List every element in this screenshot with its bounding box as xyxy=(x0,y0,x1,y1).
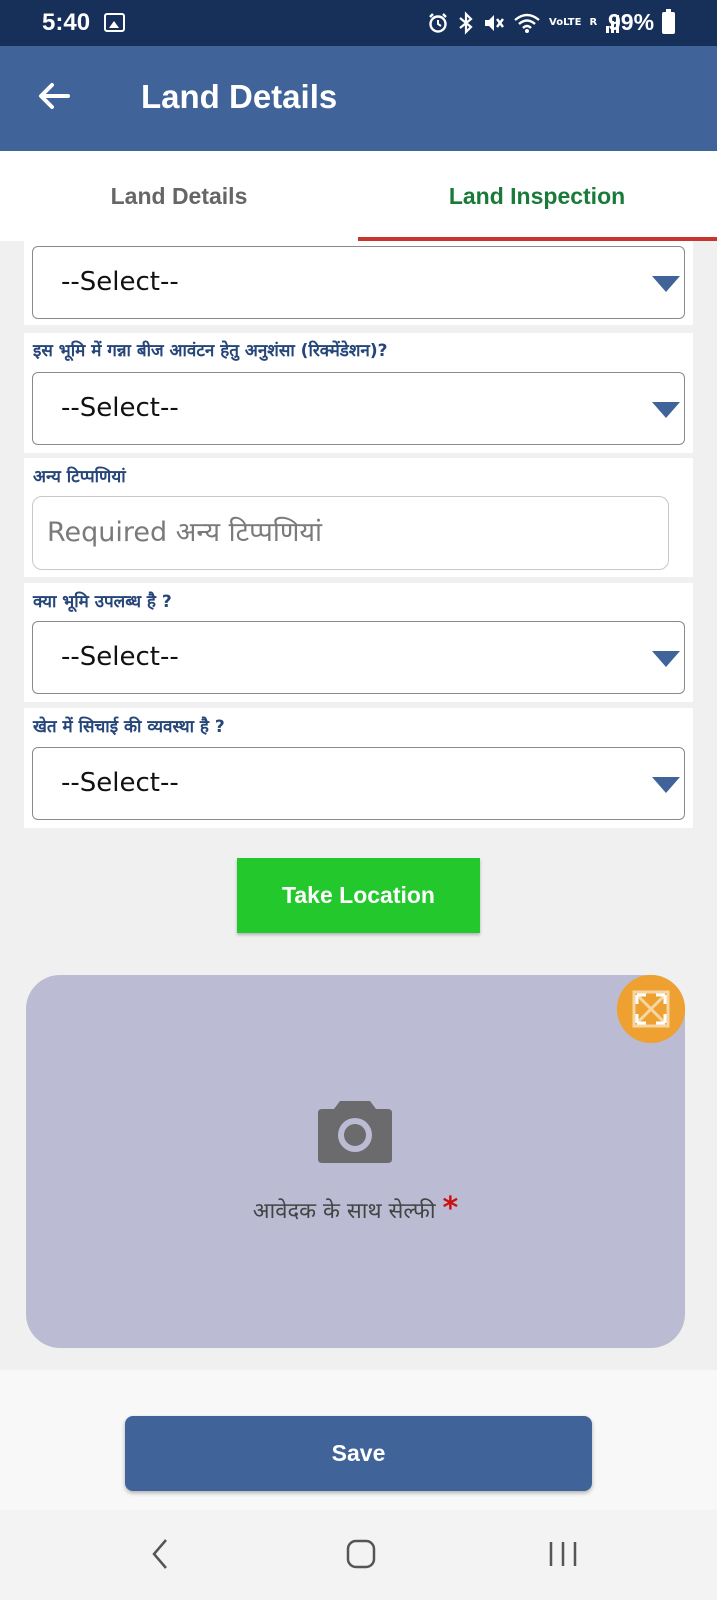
signal-label: R xyxy=(589,17,598,28)
land-available-label: क्या भूमि उपलब्ध है ? xyxy=(33,592,172,612)
chevron-down-icon xyxy=(652,276,680,292)
nav-home-icon[interactable] xyxy=(344,1536,378,1572)
image-icon xyxy=(104,13,125,32)
wifi-icon xyxy=(514,13,540,33)
network-label: VoLTE xyxy=(549,17,582,28)
save-button[interactable]: Save xyxy=(125,1416,592,1491)
expand-icon[interactable] xyxy=(617,975,685,1043)
mute-icon xyxy=(485,15,504,31)
select-value: --Select-- xyxy=(61,267,179,297)
take-location-button[interactable]: Take Location xyxy=(237,858,480,933)
nav-recents-icon[interactable] xyxy=(546,1536,580,1572)
form-card-remarks: अन्य टिप्पणियां Required अन्य टिप्पणियां xyxy=(24,458,693,577)
chevron-down-icon xyxy=(652,777,680,793)
selfie-upload-panel[interactable]: आवेदक के साथ सेल्फी * xyxy=(26,975,685,1348)
select-top[interactable]: --Select-- xyxy=(32,246,685,319)
alarm-icon xyxy=(429,13,447,33)
recommendation-select[interactable]: --Select-- xyxy=(32,372,685,445)
form-card-irrigation: खेत में सिचाई की व्यवस्था है ? --Select-… xyxy=(24,708,693,828)
tab-land-inspection[interactable]: Land Inspection xyxy=(358,151,716,241)
chevron-down-icon xyxy=(652,651,680,667)
status-time: 5:40 xyxy=(42,9,91,36)
selfie-label: आवेदक के साथ सेल्फी * xyxy=(26,1191,685,1226)
status-icons: VoLTE R xyxy=(427,8,621,38)
chevron-down-icon xyxy=(652,402,680,418)
select-value: --Select-- xyxy=(61,642,179,672)
nav-back-icon[interactable] xyxy=(148,1536,172,1572)
required-mark: * xyxy=(442,1191,459,1226)
remarks-input[interactable]: Required अन्य टिप्पणियां xyxy=(32,496,669,570)
arrow-back-icon[interactable] xyxy=(34,76,74,116)
irrigation-label: खेत में सिचाई की व्यवस्था है ? xyxy=(33,717,225,737)
form-card-recommendation: इस भूमि में गन्ना बीज आवंटन हेतु अनुशंसा… xyxy=(24,333,693,453)
status-bar: 5:40 VoLTE R 99% xyxy=(0,0,717,46)
land-available-select[interactable]: --Select-- xyxy=(32,621,685,694)
battery-icon xyxy=(662,9,675,34)
form-card-top: --Select-- xyxy=(24,241,693,325)
select-value: --Select-- xyxy=(61,393,179,423)
bluetooth-icon xyxy=(459,11,473,35)
selfie-label-text: आवेदक के साथ सेल्फी xyxy=(252,1199,436,1224)
form-card-land-available: क्या भूमि उपलब्ध है ? --Select-- xyxy=(24,583,693,702)
irrigation-select[interactable]: --Select-- xyxy=(32,747,685,820)
app-bar: Land Details xyxy=(0,46,717,151)
battery-percent: 99% xyxy=(608,9,655,35)
system-nav-bar xyxy=(0,1510,717,1600)
remarks-label: अन्य टिप्पणियां xyxy=(33,467,126,487)
tab-bar: Land Details Land Inspection xyxy=(0,151,717,241)
tab-land-details[interactable]: Land Details xyxy=(0,151,358,241)
page-title: Land Details xyxy=(141,78,338,115)
recommendation-label: इस भूमि में गन्ना बीज आवंटन हेतु अनुशंसा… xyxy=(33,341,388,361)
select-value: --Select-- xyxy=(61,768,179,798)
camera-icon xyxy=(318,1101,392,1163)
